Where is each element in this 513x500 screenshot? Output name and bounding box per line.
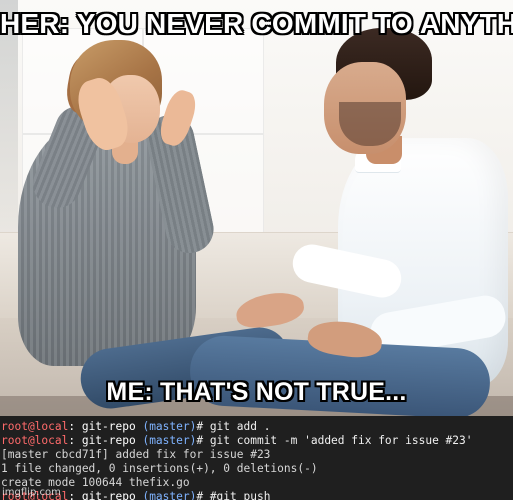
terminal-output-line-3: create mode 100644 thefix.go <box>1 476 190 489</box>
top-caption: HER: YOU NEVER COMMIT TO ANYTHING <box>0 8 513 39</box>
prompt-repo: : git-repo <box>68 434 143 447</box>
prompt-branch: (master) <box>142 420 197 433</box>
prompt-branch: (master) <box>142 434 197 447</box>
prompt-branch: (master) <box>142 490 197 500</box>
couple-argument-photo <box>0 0 513 416</box>
terminal-line-2: root@local: git-repo (master)# git commi… <box>1 434 513 448</box>
terminal-output-line-1: [master cbcd71f] added fix for issue #23 <box>1 448 271 461</box>
prompt-user-host: root@local <box>1 434 69 447</box>
terminal-output-line-2: 1 file changed, 0 insertions(+), 0 delet… <box>1 462 318 475</box>
terminal-line-6: root@local: git-repo (master)# #git push <box>1 490 513 500</box>
git-terminal: root@local: git-repo (master)# git add .… <box>0 416 513 500</box>
imgflip-watermark: imgflip.com <box>2 487 61 498</box>
prompt-repo: : git-repo <box>68 420 143 433</box>
prompt-user-host: root@local <box>1 420 69 433</box>
terminal-command: # git add . <box>196 420 271 433</box>
terminal-command: # #git push <box>196 490 271 500</box>
terminal-command: # git commit -m 'added fix for issue #23… <box>196 434 473 447</box>
terminal-line-1: root@local: git-repo (master)# git add . <box>1 420 513 434</box>
bottom-caption: ME: THAT'S NOT TRUE... <box>106 378 407 406</box>
prompt-repo: : git-repo <box>68 490 143 500</box>
meme-image: HER: YOU NEVER COMMIT TO ANYTHING ME: TH… <box>0 0 513 500</box>
